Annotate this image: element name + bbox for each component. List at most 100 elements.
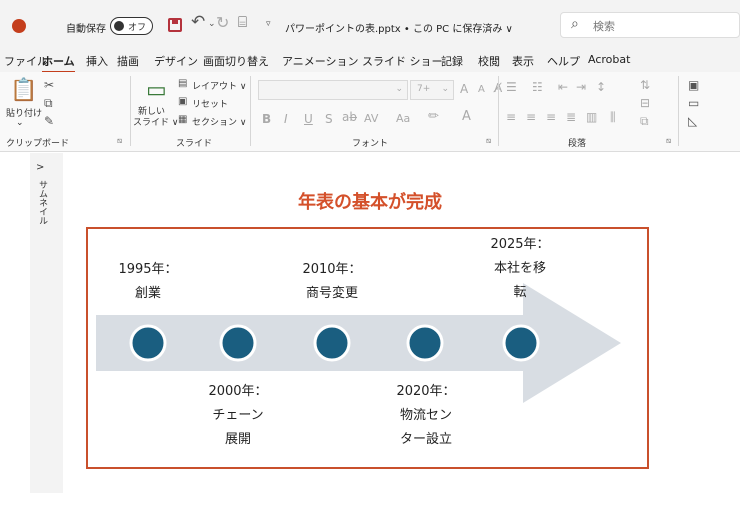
autosave-toggle[interactable]: オフ <box>110 17 153 35</box>
paragraph-launcher-icon[interactable]: ⧅ <box>666 136 671 146</box>
event-text: 商号変更 <box>305 286 358 301</box>
character-spacing-button[interactable]: AV <box>364 112 378 125</box>
event-text: 展開 <box>224 432 251 447</box>
tab-help[interactable]: ヘルプ <box>547 53 580 69</box>
font-name-select[interactable]: ⌄ <box>258 80 408 100</box>
tab-transitions[interactable]: 画面切り替え <box>203 53 269 69</box>
present-from-start-icon[interactable]: ⌸ <box>238 13 247 31</box>
redo-icon[interactable]: ↻ <box>216 13 229 32</box>
rectangle-shape-icon[interactable]: ▭ <box>688 96 699 110</box>
timeline-dot-2020[interactable] <box>406 324 444 362</box>
tab-design[interactable]: デザイン <box>154 53 198 69</box>
highlight-color-icon[interactable]: ✏ <box>428 109 439 124</box>
event-year: 1995年： <box>118 262 178 277</box>
paste-dropdown-icon[interactable]: ⌄ <box>16 118 24 128</box>
document-title[interactable]: パワーポイントの表.pptx • この PC に保存済み ∨ <box>285 20 513 35</box>
thumbnail-pane-label: サムネイル <box>37 180 47 225</box>
strikethrough-icon[interactable]: ab̶ <box>342 110 357 124</box>
paste-icon[interactable]: 📋 <box>10 78 37 103</box>
tab-insert[interactable]: 挿入 <box>86 53 108 69</box>
event-text: チェーン <box>212 408 264 423</box>
section-button[interactable]: セクション ∨ <box>192 115 246 128</box>
customize-qat-icon[interactable]: ▿ <box>266 19 271 29</box>
search-placeholder: 検索 <box>593 20 615 33</box>
underline-button[interactable]: U <box>304 112 313 126</box>
distributed-icon[interactable]: ▥ <box>586 110 597 124</box>
font-size-select[interactable]: 7+ ⌄ <box>410 80 454 100</box>
align-text-icon[interactable]: ⊟ <box>640 96 650 110</box>
event-text: 本社を移 <box>493 261 546 276</box>
expand-thumbnails-icon[interactable]: > <box>36 162 44 173</box>
event-label-2025[interactable]: 2025年： 本社を移 転 <box>480 233 560 305</box>
tab-record[interactable]: 記録 <box>441 53 463 69</box>
align-left-icon[interactable]: ≡ <box>506 110 516 124</box>
format-painter-icon[interactable]: ✎ <box>44 114 54 128</box>
tab-draw[interactable]: 描画 <box>117 53 139 69</box>
new-slide-icon[interactable]: ▭ <box>146 78 167 103</box>
copy-icon[interactable]: ⧉ <box>44 96 53 111</box>
group-label-slides: スライド <box>176 139 213 149</box>
numbering-icon[interactable]: ☷ <box>532 80 543 94</box>
event-text: 創業 <box>134 286 161 301</box>
ribbon-home: 📋 貼り付け ⌄ ✂ ⧉ ✎ クリップボード ⧅ ▭ 新しい スライド ∨ ▤ … <box>0 72 740 152</box>
textbox-icon[interactable]: ▣ <box>688 78 699 92</box>
tab-review[interactable]: 校閲 <box>478 53 500 69</box>
section-icon: ▦ <box>178 114 188 125</box>
shrink-font-button[interactable]: A <box>478 84 485 95</box>
freeform-shape-icon[interactable]: ◺ <box>688 114 697 128</box>
cut-icon[interactable]: ✂ <box>44 78 54 92</box>
bullets-icon[interactable]: ☰ <box>506 80 517 94</box>
tab-home[interactable]: ホーム <box>42 53 75 73</box>
reset-button[interactable]: リセット <box>192 97 228 110</box>
paste-label[interactable]: 貼り付け <box>6 106 42 119</box>
autosave-label: 自動保存 <box>66 24 106 35</box>
event-year: 2020年： <box>396 384 456 399</box>
clipboard-launcher-icon[interactable]: ⧅ <box>117 136 122 146</box>
tab-slideshow[interactable]: スライド ショー <box>362 53 443 69</box>
timeline-dot-1995[interactable] <box>129 324 167 362</box>
align-center-icon[interactable]: ≡ <box>526 110 536 124</box>
event-year: 2010年： <box>302 262 362 277</box>
decrease-indent-icon[interactable]: ⇤ <box>558 80 568 94</box>
event-label-1995[interactable]: 1995年： 創業 <box>108 258 188 306</box>
line-spacing-icon[interactable]: ↕ <box>596 80 606 94</box>
event-label-2000[interactable]: 2000年： チェーン 展開 <box>198 380 278 452</box>
justify-icon[interactable]: ≣ <box>566 110 576 124</box>
columns-icon[interactable]: ⫼ <box>610 110 616 125</box>
undo-icon[interactable]: ↶ <box>191 12 205 32</box>
timeline-dot-2010[interactable] <box>313 324 351 362</box>
event-label-2010[interactable]: 2010年： 商号変更 <box>292 258 372 306</box>
change-case-button[interactable]: Aa <box>396 112 410 125</box>
autosave-state: オフ <box>128 23 147 33</box>
bold-button[interactable]: B <box>262 112 271 126</box>
font-size-value: 7+ <box>417 84 431 94</box>
text-direction-icon[interactable]: ⇅ <box>640 78 650 92</box>
group-label-clipboard: クリップボード <box>6 139 70 149</box>
event-label-2020[interactable]: 2020年： 物流セン ター設立 <box>386 380 466 452</box>
italic-button[interactable]: I <box>284 112 288 126</box>
layout-button[interactable]: レイアウト ∨ <box>192 79 246 92</box>
tab-animations[interactable]: アニメーション <box>282 53 359 69</box>
font-launcher-icon[interactable]: ⧅ <box>486 136 491 146</box>
window-left-edge <box>0 153 30 505</box>
smartart-icon[interactable]: ⧉ <box>640 114 649 129</box>
group-divider <box>498 76 499 146</box>
tab-acrobat[interactable]: Acrobat <box>588 53 630 66</box>
slide-title[interactable]: 年表の基本が完成 <box>200 188 540 214</box>
shadow-button[interactable]: S <box>325 112 333 126</box>
increase-indent-icon[interactable]: ⇥ <box>576 80 586 94</box>
tab-view[interactable]: 表示 <box>512 53 534 69</box>
powerpoint-logo-icon <box>12 19 26 33</box>
new-slide-label-2[interactable]: スライド ∨ <box>133 115 178 128</box>
grow-font-button[interactable]: A <box>460 82 468 96</box>
timeline-dot-2025[interactable] <box>502 324 540 362</box>
search-input[interactable]: ⌕ 検索 <box>560 12 740 38</box>
event-text: ター設立 <box>399 432 452 447</box>
undo-dropdown-icon[interactable]: ⌄ <box>208 19 216 29</box>
font-color-icon[interactable]: A <box>462 109 471 124</box>
align-right-icon[interactable]: ≡ <box>546 110 556 124</box>
event-year: 2000年： <box>208 384 268 399</box>
save-icon[interactable] <box>168 18 182 32</box>
event-text: 転 <box>513 285 527 300</box>
timeline-dot-2000[interactable] <box>219 324 257 362</box>
